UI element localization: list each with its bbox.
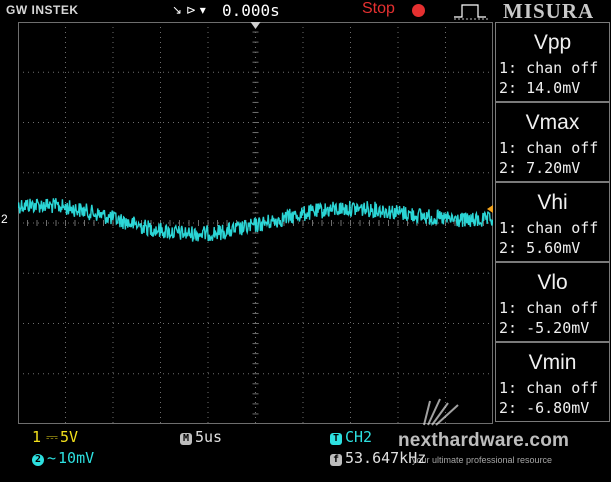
measure-card-vmax[interactable]: Vmax 1: chan off 2: 7.20mV [495,102,610,182]
measure-card-vpp[interactable]: Vpp 1: chan off 2: 14.0mV [495,22,610,102]
measure-ch2-value: 2: 7.20mV [499,159,581,177]
ch2-scale: 10mV [58,449,95,467]
measure-card-vhi[interactable]: Vhi 1: chan off 2: 5.60mV [495,182,610,262]
trigger-source: CH2 [345,428,373,446]
ch1-scale: 5V [60,428,79,446]
trigger-badge: T [330,433,342,445]
trigger-settings[interactable]: T CH2 [330,428,372,446]
measurement-panel: Vpp 1: chan off 2: 14.0mV Vmax 1: chan o… [495,22,610,424]
run-stop-status[interactable]: Stop [362,0,395,18]
trigger-mode-icon: ↘ ⊳ ▾ [172,3,206,17]
measure-ch2-value: 2: -5.20mV [499,319,590,337]
brand-logo: GW INSTEK [6,3,79,17]
timebase-badge: M [180,433,192,445]
top-status-bar: GW INSTEK ↘ ⊳ ▾ 0.000s Stop MISURA [0,0,611,23]
watermark-site: nexthardware.com [398,430,570,451]
measure-ch1-value: 1: chan off [499,299,599,317]
measure-ch1-value: 1: chan off [499,219,599,237]
measure-ch2-value: 2: 14.0mV [499,79,581,97]
stop-indicator-icon [412,4,425,17]
measure-card-vlo[interactable]: Vlo 1: chan off 2: -5.20mV [495,262,610,342]
measure-ch2-value: 2: 5.60mV [499,239,581,257]
measure-title: Vpp [533,31,572,54]
ch2-badge: 2 [32,454,44,466]
ac-coupling-icon: ~ [47,449,57,467]
watermark-tagline: your ultimate professional resource [412,455,553,465]
measure-title: Vmin [528,351,577,374]
ch1-badge: 1 [32,428,42,446]
trigger-edge-icon [454,4,490,20]
timebase-settings[interactable]: M 5us [180,428,222,446]
ch2-settings[interactable]: 2 ~10mV [32,449,94,467]
measure-title: Vlo [537,271,568,294]
measure-title: Vmax [525,111,580,134]
dc-coupling-icon: ⎓ [46,428,59,446]
ch1-settings[interactable]: 1 ⎓ 5V [32,428,78,446]
measure-title: Vhi [537,191,568,214]
trigger-position-marker [250,22,261,29]
overlay-title: MISURA [503,0,595,23]
waveform-grid [18,22,493,424]
measure-ch2-value: 2: -6.80mV [499,399,590,417]
measure-ch1-value: 1: chan off [499,139,599,157]
measure-card-vmin[interactable]: Vmin 1: chan off 2: -6.80mV [495,342,610,422]
ch2-ground-marker[interactable]: 2 [1,212,8,226]
measure-ch1-value: 1: chan off [499,59,599,77]
waveform-display [18,22,493,424]
timebase-offset: 0.000s [222,1,280,20]
frequency-badge: f [330,454,342,466]
measure-ch1-value: 1: chan off [499,379,599,397]
timebase-scale: 5us [195,428,223,446]
ch2-waveform [18,198,493,242]
